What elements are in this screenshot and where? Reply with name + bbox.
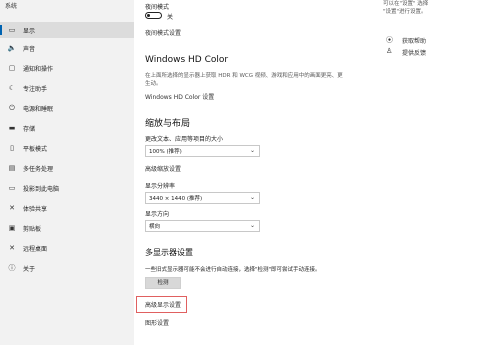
sidebar-item-projecting[interactable]: ▭ 投影到此电脑 <box>0 180 134 196</box>
graphics-settings-link[interactable]: 图形设置 <box>145 318 169 327</box>
info-icon: ⓘ <box>8 263 16 272</box>
sidebar-item-notifications[interactable]: ▢ 通知和操作 <box>0 60 134 76</box>
sidebar-item-storage[interactable]: ▬ 存储 <box>0 120 134 136</box>
remote-desktop-icon: ✕ <box>9 243 15 252</box>
sidebar: 系统 ▭ 显示 🔈 声音 ▢ 通知和操作 ☾ 专注助手 ⏻ 电源和睡眠 ▬ 存储… <box>0 0 134 345</box>
sidebar-item-label: 专注助手 <box>23 85 48 93</box>
display-icon: ▭ <box>8 25 16 34</box>
power-icon: ⏻ <box>9 103 15 112</box>
advanced-display-settings-link[interactable]: 高级显示设置 <box>145 300 181 309</box>
orientation-label: 显示方向 <box>145 211 170 218</box>
sidebar-item-clipboard[interactable]: ▣ 剪贴板 <box>0 220 134 236</box>
sidebar-item-tablet[interactable]: ▯ 平板模式 <box>0 140 134 156</box>
sidebar-item-focus-assist[interactable]: ☾ 专注助手 <box>0 80 134 96</box>
notification-icon: ▢ <box>8 63 16 72</box>
sidebar-title: 系统 <box>5 3 18 10</box>
resolution-dropdown[interactable]: 3440 × 1440 (推荐) ⌄ <box>145 192 260 204</box>
right-panel-text-2: "设置"进行设置。 <box>383 9 427 15</box>
scale-value: 100% (推荐) <box>149 149 182 155</box>
multi-display-description: 一些旧式显示器可能不会进行自动连接，选择"检测"即可尝试手动连接。 <box>145 267 321 273</box>
sidebar-item-label: 平板模式 <box>23 145 48 153</box>
scale-dropdown[interactable]: 100% (推荐) ⌄ <box>145 145 260 157</box>
hd-color-heading: Windows HD Color <box>145 55 229 65</box>
sidebar-item-label: 投影到此电脑 <box>23 185 60 193</box>
sidebar-item-sound[interactable]: 🔈 声音 <box>0 40 134 56</box>
feedback-icon: ♙ <box>386 47 393 55</box>
hd-color-settings-link[interactable]: Windows HD Color 设置 <box>145 92 214 101</box>
sidebar-item-multitasking[interactable]: ▤ 多任务处理 <box>0 160 134 176</box>
multi-display-heading: 多显示器设置 <box>145 248 193 257</box>
sidebar-item-label: 远程桌面 <box>23 245 48 253</box>
help-icon: ⦿ <box>386 36 393 44</box>
sidebar-item-label: 通知和操作 <box>23 65 54 73</box>
clipboard-icon: ▣ <box>8 223 16 232</box>
give-feedback-link[interactable]: 提供反馈 <box>402 48 426 57</box>
sidebar-item-label: 剪贴板 <box>23 225 42 233</box>
multitask-icon: ▤ <box>8 163 16 172</box>
hd-color-description: 在上面所选择的显示器上获取 HDR 和 WCG 视频、游戏和应用中的画面更亮、更… <box>145 73 343 87</box>
sidebar-item-shared-experiences[interactable]: ✕ 体验共享 <box>0 200 134 216</box>
sidebar-item-about[interactable]: ⓘ 关于 <box>0 260 134 276</box>
tablet-icon: ▯ <box>10 143 14 152</box>
night-light-toggle-state: 关 <box>167 14 174 21</box>
sidebar-item-label: 多任务处理 <box>23 165 54 173</box>
resolution-label: 显示分辨率 <box>145 183 176 190</box>
night-light-toggle[interactable] <box>145 12 162 19</box>
right-panel-text-1: 可以在"设置" 选择 <box>383 1 429 7</box>
sidebar-item-display[interactable]: ▭ 显示 <box>0 22 134 38</box>
chevron-down-icon: ⌄ <box>249 194 255 201</box>
toggle-knob <box>147 14 150 17</box>
sidebar-item-label: 声音 <box>23 45 36 53</box>
storage-icon: ▬ <box>8 123 16 132</box>
get-help-link[interactable]: 获取帮助 <box>402 36 426 45</box>
projector-icon: ▭ <box>8 183 16 192</box>
night-light-label: 夜间模式 <box>145 4 170 11</box>
sidebar-item-label: 显示 <box>23 27 36 35</box>
scale-label: 更改文本、应用等项目的大小 <box>145 136 224 143</box>
sidebar-item-label: 电源和睡眠 <box>23 105 54 113</box>
sidebar-item-remote-desktop[interactable]: ✕ 远程桌面 <box>0 240 134 256</box>
speaker-icon: 🔈 <box>7 43 17 52</box>
detect-button[interactable]: 检测 <box>145 277 181 289</box>
sidebar-item-label: 存储 <box>23 125 36 133</box>
moon-icon: ☾ <box>8 83 16 92</box>
orientation-dropdown[interactable]: 横向 ⌄ <box>145 220 260 232</box>
chevron-down-icon: ⌄ <box>249 222 255 229</box>
sidebar-item-power[interactable]: ⏻ 电源和睡眠 <box>0 100 134 116</box>
chevron-down-icon: ⌄ <box>249 147 255 154</box>
advanced-scaling-link[interactable]: 高级缩放设置 <box>145 164 181 173</box>
scale-layout-heading: 缩放与布局 <box>145 119 191 129</box>
resolution-value: 3440 × 1440 (推荐) <box>149 196 203 202</box>
orientation-value: 横向 <box>149 224 161 230</box>
share-icon: ✕ <box>9 203 15 212</box>
sidebar-item-label: 关于 <box>23 265 36 273</box>
sidebar-item-label: 体验共享 <box>23 205 48 213</box>
night-light-settings-link[interactable]: 夜间模式设置 <box>145 28 181 37</box>
